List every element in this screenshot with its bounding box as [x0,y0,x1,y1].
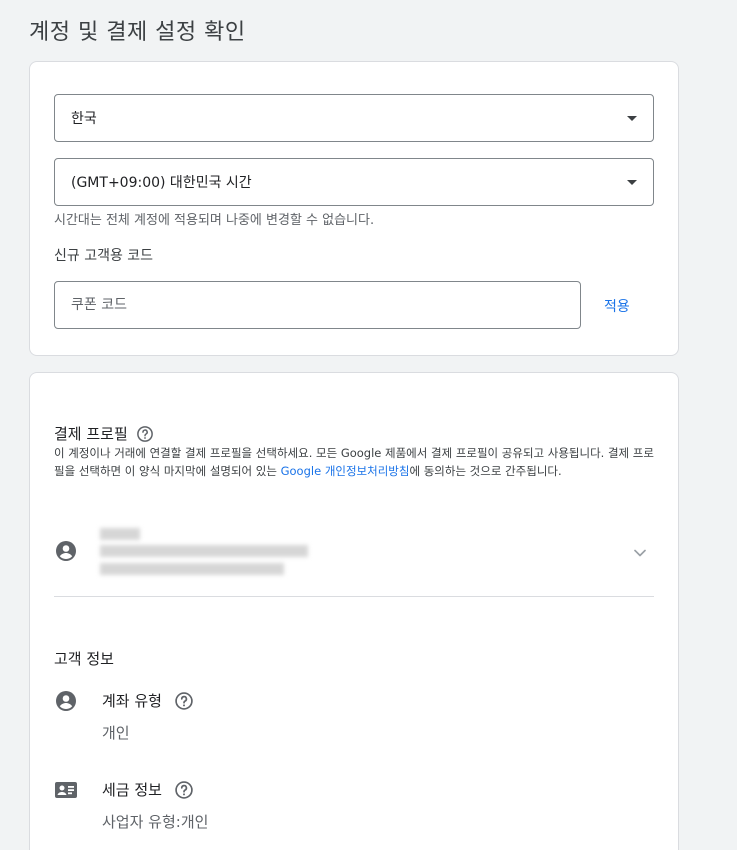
apply-coupon-button[interactable]: 적용 [604,296,630,316]
timezone-hint: 시간대는 전체 계정에 적용되며 나중에 변경할 수 없습니다. [54,213,375,228]
account-type-label: 계좌 유형 [102,692,162,710]
coupon-label: 신규 고객용 코드 [54,248,154,264]
caret-down-icon [627,116,637,121]
customer-info-title: 고객 정보 [54,650,114,668]
payments-profile-selector[interactable] [54,521,654,585]
account-circle-icon [54,539,78,567]
divider [54,596,654,597]
payments-profile-title: 결제 프로필 [54,425,128,443]
country-value: 한국 [71,111,97,127]
tax-info-value: 사업자 유형:개인 [102,813,209,831]
account-type-value: 개인 [102,724,130,742]
caret-down-icon [627,180,637,185]
payments-card: 결제 프로필 이 계정이나 거래에 연결할 결제 프로필을 선택하세요. 모든 … [29,372,679,850]
timezone-select[interactable]: (GMT+09:00) 대한민국 시간 [54,158,654,206]
payments-profile-description: 이 계정이나 거래에 연결할 결제 프로필을 선택하세요. 모든 Google … [54,446,654,478]
help-icon[interactable] [136,425,154,443]
payments-profile-heading: 결제 프로필 [54,423,154,444]
account-circle-icon [54,689,78,717]
country-select[interactable]: 한국 [54,94,654,142]
coupon-code-input[interactable] [54,281,581,329]
help-icon[interactable] [174,691,194,711]
page-title: 계정 및 결제 설정 확인 [29,20,246,45]
timezone-value: (GMT+09:00) 대한민국 시간 [71,175,252,191]
help-icon[interactable] [174,780,194,800]
chevron-down-icon[interactable] [630,543,650,567]
tax-info-label: 세금 정보 [102,781,162,799]
account-settings-card: 한국 (GMT+09:00) 대한민국 시간 시간대는 전체 계정에 적용되며 … [29,61,679,356]
contact-card-icon [54,778,78,806]
privacy-policy-link[interactable]: Google 개인정보처리방침 [281,464,410,478]
